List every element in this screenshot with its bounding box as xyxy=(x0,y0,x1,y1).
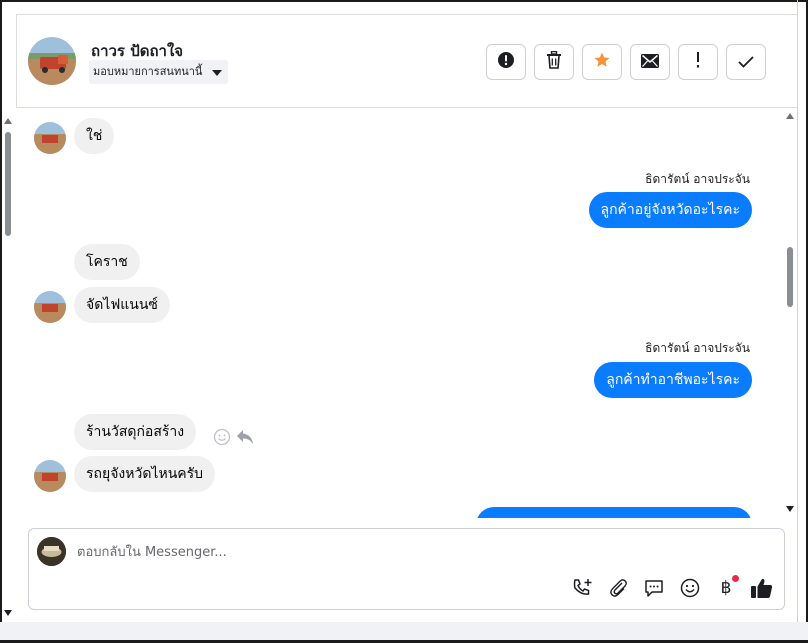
thumbs-up-icon[interactable] xyxy=(749,575,775,601)
trash-icon xyxy=(546,50,562,73)
reply-composer: ฿ xyxy=(28,528,785,610)
envelope-icon xyxy=(641,53,659,72)
contact-avatar-small xyxy=(34,291,66,323)
notification-dot xyxy=(732,575,739,582)
outgoing-message[interactable]: ลูกค้าอยู่จังหวัดอะไรคะ xyxy=(588,192,752,228)
outgoing-message-partial[interactable] xyxy=(476,507,752,518)
checkmark-icon xyxy=(738,53,754,72)
react-emoji-icon[interactable] xyxy=(213,428,231,450)
follow-up-button[interactable] xyxy=(678,44,718,80)
incoming-message[interactable]: ร้านวัสดุก่อสร้าง xyxy=(74,414,197,450)
scroll-down-arrow-icon[interactable] xyxy=(4,610,12,616)
mark-unread-button[interactable] xyxy=(630,44,670,80)
assign-label: มอบหมายการสนทนานี้ xyxy=(93,65,203,78)
reply-input[interactable] xyxy=(77,541,757,563)
caret-down-icon xyxy=(212,70,223,76)
saved-reply-icon[interactable] xyxy=(641,575,667,601)
star-icon xyxy=(593,51,611,73)
star-button[interactable] xyxy=(582,44,622,80)
sender-name: ธิดารัตน์ อาจประจัน xyxy=(645,341,750,355)
mark-done-button[interactable] xyxy=(726,44,766,80)
phone-plus-icon[interactable] xyxy=(569,575,595,601)
reply-arrow-icon[interactable] xyxy=(236,429,254,449)
exclamation-icon xyxy=(695,52,701,72)
thread-scrollbar[interactable] xyxy=(784,108,796,518)
thread-scroll-thumb[interactable] xyxy=(787,247,793,307)
message-thread: ใช่ ธิดารัตน์ อาจประจัน ลูกค้าอยู่จังหวั… xyxy=(16,108,782,518)
thread-scroll-up-icon[interactable] xyxy=(786,113,794,119)
incoming-message[interactable]: จัดไฟแนนซ์ xyxy=(74,287,170,323)
incoming-message[interactable]: ใช่ xyxy=(74,118,115,154)
paperclip-icon[interactable] xyxy=(605,575,631,601)
page-avatar xyxy=(37,537,66,566)
contact-avatar-small xyxy=(34,122,66,154)
spam-icon xyxy=(497,51,515,73)
sender-name: ธิดารัตน์ อาจประจัน xyxy=(645,172,750,186)
page-scroll-thumb[interactable] xyxy=(5,132,11,236)
page-scrollbar[interactable] xyxy=(2,108,14,622)
delete-button[interactable] xyxy=(534,44,574,80)
thread-scroll-down-icon[interactable] xyxy=(786,506,794,512)
baht-icon[interactable]: ฿ xyxy=(713,575,739,601)
window-divider xyxy=(797,0,798,622)
conversation-header: ถาวร ปัดถาใจ มอบหมายการสนทนานี้ xyxy=(16,14,797,108)
outgoing-message[interactable]: ลูกค้าทำอาชีพอะไรคะ xyxy=(594,362,752,398)
incoming-message[interactable]: รถยุจังหวัดไหนครับ xyxy=(74,456,216,492)
contact-avatar-small xyxy=(34,460,66,492)
assign-conversation-dropdown[interactable]: มอบหมายการสนทนานี้ xyxy=(89,60,229,84)
scroll-up-arrow-icon[interactable] xyxy=(4,118,12,124)
spam-button[interactable] xyxy=(486,44,526,80)
incoming-message[interactable]: โคราช xyxy=(74,244,140,280)
contact-avatar[interactable] xyxy=(28,37,76,85)
emoji-icon[interactable] xyxy=(677,575,703,601)
